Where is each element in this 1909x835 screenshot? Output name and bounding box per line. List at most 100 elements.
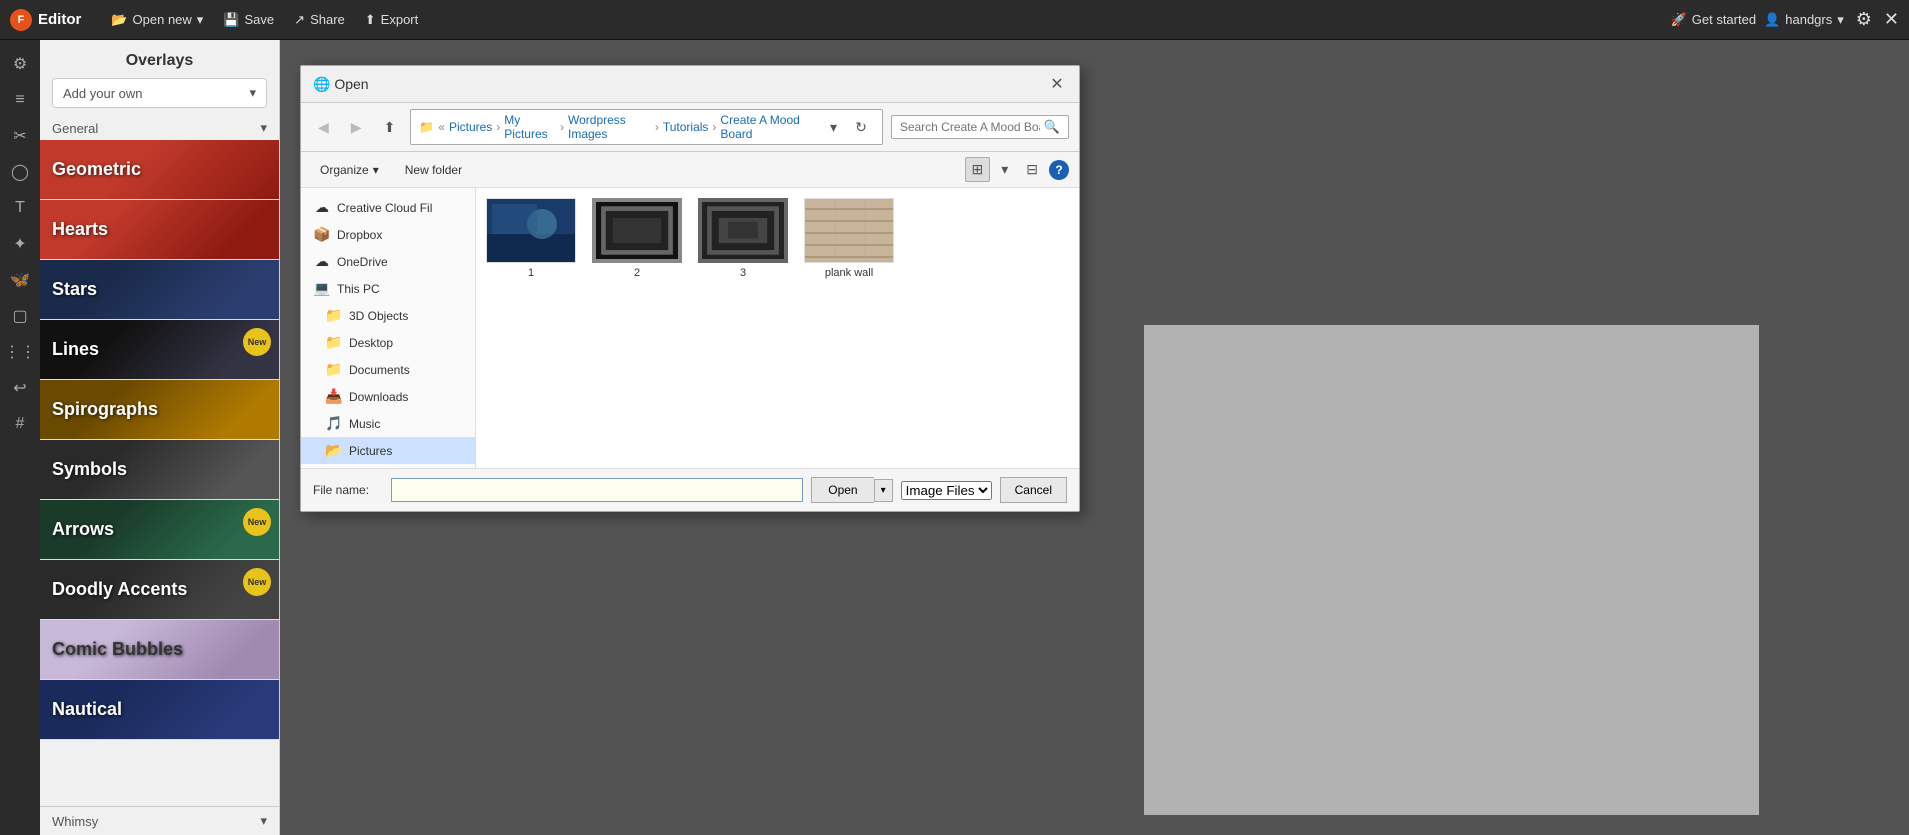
dialog-body: ☁ Creative Cloud Fil 📦 Dropbox ☁ OneDriv… [301,188,1079,468]
sidebar-item-arrows[interactable]: Arrows New [40,500,279,560]
thumbnail-label-plank: plank wall [825,267,873,279]
back-button[interactable]: ◀ [311,116,336,139]
file-thumb-2[interactable]: 2 [592,198,682,279]
share-icon: ↗ [294,12,305,28]
sidebar-item-doodly-accents[interactable]: Doodly Accents New [40,560,279,620]
sidebar-item-lines[interactable]: Lines New [40,320,279,380]
list-view-button[interactable]: ⊟ [1019,157,1045,182]
nav-item-3d-objects[interactable]: 📁 3D Objects [301,302,475,329]
share-button[interactable]: ↗ Share [284,8,355,32]
user-icon: 👤 [1764,12,1780,28]
export-button[interactable]: ⬆ Export [355,8,428,32]
breadcrumb-tutorials[interactable]: Tutorials [663,120,709,134]
sidebar-item-nautical[interactable]: Nautical [40,680,279,740]
search-input[interactable] [900,120,1040,134]
sidebar-item-label: Arrows [40,519,114,540]
dialog-title-left: 🌐 Open [313,76,369,93]
user-menu[interactable]: 👤 handgrs ▾ [1764,12,1844,28]
open-dropdown-button[interactable]: ▾ [874,479,893,502]
chrome-icon: 🌐 [313,76,330,92]
details-view-button[interactable]: ▾ [994,157,1015,182]
breadcrumb-wordpress-images[interactable]: Wordpress Images [568,113,651,141]
chevron-down-icon: ▾ [249,85,256,101]
nav-item-pictures[interactable]: 📂 Pictures [301,437,475,464]
add-your-own-button[interactable]: Add your own ▾ [52,78,267,108]
sidebar-item-spirographs[interactable]: Spirographs [40,380,279,440]
up-button[interactable]: ⬆ [377,116,403,139]
breadcrumb-create-mood-board[interactable]: Create A Mood Board [720,113,815,141]
nav-item-music[interactable]: 🎵 Music [301,410,475,437]
topbar-right: 🚀 Get started 👤 handgrs ▾ ⚙ ✕ [1671,9,1899,30]
breadcrumb-my-pictures[interactable]: My Pictures [504,113,556,141]
crop-icon[interactable]: ✂ [6,122,34,150]
sidebar-item-label: Geometric [40,159,141,180]
sidebar-item-stars[interactable]: Stars [40,260,279,320]
dialog-footer: File name: Open ▾ Image Files Cancel [301,468,1079,511]
sidebar-list: Geometric Hearts Stars Lines New Spirogr… [40,140,279,806]
app-logo: F Editor [10,9,81,31]
dialog-sub-toolbar: Organize ▾ New folder ⊞ ▾ ⊟ ? [301,152,1079,188]
butterfly-icon[interactable]: 🦋 [6,266,34,294]
resize-handle[interactable] [1067,499,1079,511]
dialog-close-button[interactable]: ✕ [1047,74,1067,94]
files-panel: 1 2 [476,188,1079,468]
sidebar-item-comic-bubbles[interactable]: Comic Bubbles [40,620,279,680]
new-badge: New [243,328,271,356]
thumbnails-view-button[interactable]: ⊞ [965,157,991,182]
thumbnail-label-3: 3 [740,267,746,279]
open-new-icon: 📂 [111,12,127,28]
get-started-button[interactable]: 🚀 Get started [1671,12,1757,28]
circle-icon[interactable]: ◯ [6,158,34,186]
refresh-button[interactable]: ↻ [848,116,874,139]
chevron-down-icon: ▾ [1837,12,1844,28]
sidebar-item-label: Symbols [40,459,127,480]
nav-item-onedrive[interactable]: ☁ OneDrive [301,248,475,275]
nav-item-this-pc[interactable]: 💻 This PC [301,275,475,302]
settings-button[interactable]: ⚙ [1856,9,1872,30]
close-button[interactable]: ✕ [1884,9,1899,30]
nav-item-desktop[interactable]: 📁 Desktop [301,329,475,356]
organize-button[interactable]: Organize ▾ [311,159,388,181]
cloud-icon: ☁ [313,199,331,216]
new-folder-button[interactable]: New folder [396,159,471,181]
folder-icon: 📁 [325,334,343,351]
nav-item-videos[interactable]: 📹 Videos [301,464,475,468]
save-button[interactable]: 💾 Save [213,8,284,32]
file-thumb-3[interactable]: 3 [698,198,788,279]
star-icon[interactable]: ✦ [6,230,34,258]
tag-icon[interactable]: # [6,410,34,438]
text-icon[interactable]: T [6,194,34,222]
hook-icon[interactable]: ↩ [6,374,34,402]
filetype-select[interactable]: Image Files [901,481,992,500]
dropbox-icon: 📦 [313,226,331,243]
dialog-titlebar: 🌐 Open ✕ [301,66,1079,103]
dialog-title: Open [334,76,368,92]
adjustments-icon[interactable]: ⚙ [6,50,34,78]
sidebar-item-label: Spirographs [40,399,158,420]
open-button[interactable]: Open [811,477,873,503]
nav-item-dropbox[interactable]: 📦 Dropbox [301,221,475,248]
filter-icon[interactable]: ≡ [6,86,34,114]
nav-item-documents[interactable]: 📁 Documents [301,356,475,383]
dialog-address-toolbar: ◀ ▶ ⬆ 📁 « Pictures › My Pictures › Wordp… [301,103,1079,152]
dropdown-arrow[interactable]: ▾ [823,116,844,139]
nav-item-downloads[interactable]: 📥 Downloads [301,383,475,410]
file-thumb-1[interactable]: 1 [486,198,576,279]
open-new-button[interactable]: 📂 Open new ▾ [101,8,213,32]
sidebar-item-geometric[interactable]: Geometric [40,140,279,200]
help-button[interactable]: ? [1049,160,1069,180]
dialog-overlay: 🌐 Open ✕ ◀ ▶ ⬆ 📁 « Pictures › My Pic [280,40,1909,835]
cancel-button[interactable]: Cancel [1000,477,1067,503]
sidebar-item-symbols[interactable]: Symbols [40,440,279,500]
filename-input[interactable] [391,478,803,502]
thumbnail-label-2: 2 [634,267,640,279]
sidebar-item-hearts[interactable]: Hearts [40,200,279,260]
file-thumb-plank[interactable]: plank wall [804,198,894,279]
grid-icon[interactable]: ⋮⋮ [6,338,34,366]
frame-icon[interactable]: ▢ [6,302,34,330]
forward-button[interactable]: ▶ [344,116,369,139]
sidebar-general-section: General ▾ [40,116,279,140]
breadcrumb-pictures[interactable]: Pictures [449,120,492,134]
chevron-down-icon: ▾ [260,120,267,136]
nav-item-creative-cloud[interactable]: ☁ Creative Cloud Fil [301,194,475,221]
